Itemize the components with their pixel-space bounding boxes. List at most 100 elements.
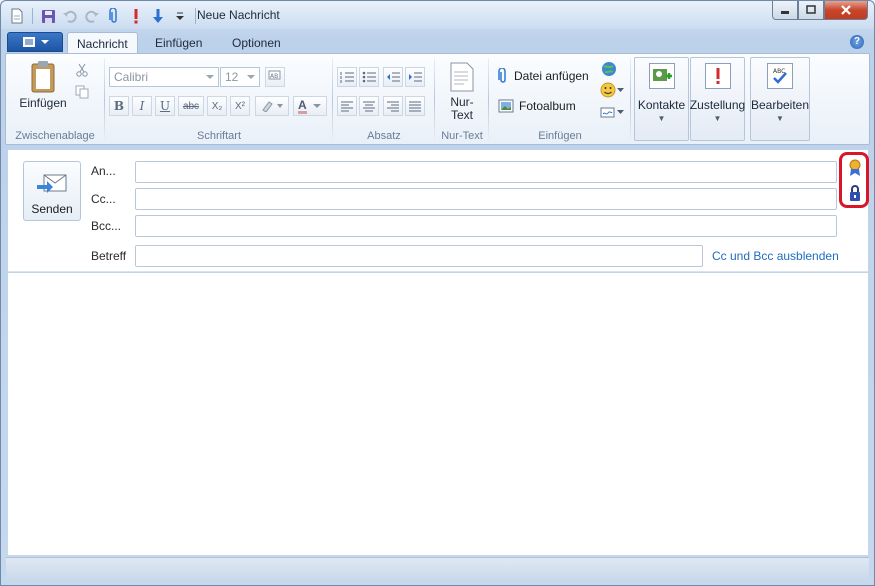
delivery-button[interactable]: Zustellung ▼ — [690, 57, 745, 141]
separator — [32, 8, 33, 24]
chevron-down-icon — [247, 75, 255, 79]
align-right-button[interactable] — [383, 96, 403, 116]
align-center-button[interactable] — [359, 96, 379, 116]
security-highlight — [839, 152, 869, 208]
align-left-button[interactable] — [337, 96, 357, 116]
down-arrow-icon[interactable] — [148, 6, 168, 26]
font-group: Calibri 12 AB B I U abc X₂ X² A Schrifta… — [106, 54, 332, 144]
to-label[interactable]: An... — [91, 164, 116, 178]
separator — [195, 8, 196, 24]
tab-nachricht[interactable]: Nachricht — [67, 32, 138, 53]
numbered-list-icon — [340, 72, 354, 83]
signature-icon — [600, 107, 615, 118]
delivery-label: Zustellung — [689, 98, 746, 112]
message-body[interactable] — [8, 273, 868, 555]
chevron-down-icon — [617, 87, 624, 92]
emoticon-button[interactable] — [600, 82, 624, 98]
exclamation-icon[interactable] — [126, 6, 146, 26]
customize-dropdown-icon[interactable] — [170, 6, 190, 26]
status-bar — [6, 557, 869, 581]
quick-access-toolbar — [7, 6, 199, 26]
svg-text:AB: AB — [270, 73, 278, 80]
subscript-button[interactable]: X₂ — [207, 96, 227, 116]
paste-button[interactable]: Einfügen — [16, 60, 70, 110]
bcc-label[interactable]: Bcc... — [91, 219, 121, 233]
photo-album-icon — [498, 99, 514, 113]
justify-icon — [409, 101, 421, 112]
numbered-list-button[interactable] — [337, 67, 357, 87]
font-size-select[interactable]: 12 — [220, 67, 260, 87]
maximize-icon — [806, 5, 816, 14]
format-icon: AB — [268, 70, 281, 80]
paperclip-icon — [498, 68, 506, 83]
close-icon — [841, 5, 851, 15]
app-menu-button[interactable] — [7, 32, 63, 52]
group-separator — [104, 58, 105, 142]
decrease-indent-button[interactable] — [383, 67, 403, 87]
encrypt-lock-icon[interactable] — [848, 184, 862, 205]
strikethrough-button[interactable]: abc — [178, 96, 204, 116]
help-icon[interactable]: ? — [850, 35, 864, 49]
clipboard-group: Einfügen Zwischenablage — [6, 54, 104, 144]
tab-einfuegen[interactable]: Einfügen — [146, 32, 211, 53]
send-button[interactable]: Senden — [23, 161, 81, 221]
photo-album-button[interactable]: Fotoalbum — [498, 99, 576, 113]
to-field[interactable] — [135, 161, 837, 183]
digital-sign-icon[interactable] — [848, 159, 862, 180]
group-separator — [434, 58, 435, 142]
align-right-icon — [387, 101, 399, 112]
paperclip-icon[interactable] — [104, 6, 124, 26]
cc-field[interactable] — [135, 188, 837, 210]
tab-optionen[interactable]: Optionen — [223, 32, 290, 53]
document-icon[interactable] — [7, 6, 27, 26]
save-icon[interactable] — [38, 6, 58, 26]
undo-icon[interactable] — [60, 6, 80, 26]
close-button[interactable] — [824, 1, 868, 20]
insert-group: Datei anfügen Fotoalbum Einfügen — [490, 54, 630, 144]
svg-text:ABC: ABC — [773, 68, 785, 75]
underline-button[interactable]: U — [155, 96, 175, 116]
subject-field[interactable] — [135, 245, 703, 267]
compose-header: Senden An... Cc... Bcc... Betreff Cc und… — [8, 150, 868, 272]
plaintext-label-line2: Text — [450, 108, 473, 122]
increase-indent-button[interactable] — [405, 67, 425, 87]
superscript-button[interactable]: X² — [230, 96, 250, 116]
subject-label: Betreff — [91, 249, 127, 263]
toggle-cc-bcc-link[interactable]: Cc und Bcc ausblenden — [712, 249, 839, 263]
font-color-button[interactable]: A — [293, 96, 327, 116]
font-color-glyph: A — [298, 97, 307, 114]
format-painter-button[interactable]: AB — [265, 67, 285, 87]
group-separator — [488, 58, 489, 142]
attach-file-button[interactable]: Datei anfügen — [498, 68, 589, 84]
smiley-icon — [600, 82, 616, 98]
contacts-button[interactable]: Kontakte ▼ — [634, 57, 689, 141]
highlight-button[interactable] — [255, 96, 289, 116]
hyperlink-button[interactable] — [600, 60, 618, 81]
bullet-list-button[interactable] — [359, 67, 379, 87]
italic-button[interactable]: I — [132, 96, 152, 116]
copy-button[interactable] — [72, 82, 92, 102]
plaintext-group: Nur- Text Nur-Text — [436, 54, 488, 144]
title-bar: Neue Nachricht — [1, 1, 874, 29]
bullet-list-icon — [362, 71, 376, 83]
indent-icon — [409, 72, 422, 82]
signature-button[interactable] — [600, 104, 624, 120]
app-menu-icon — [22, 37, 35, 47]
send-label: Senden — [31, 202, 73, 216]
minimize-button[interactable] — [772, 1, 798, 20]
clipboard-group-label: Zwischenablage — [15, 130, 95, 142]
font-name-select[interactable]: Calibri — [109, 67, 219, 87]
bold-button[interactable]: B — [109, 96, 129, 116]
editing-button[interactable]: ABC Bearbeiten ▼ — [750, 57, 810, 141]
redo-icon[interactable] — [82, 6, 102, 26]
chevron-down-icon — [40, 40, 49, 44]
send-icon — [37, 174, 67, 193]
paragraph-group-label: Absatz — [367, 130, 401, 142]
justify-button[interactable] — [405, 96, 425, 116]
bcc-field[interactable] — [135, 215, 837, 237]
window-controls — [772, 1, 868, 20]
cut-button[interactable] — [72, 60, 92, 80]
maximize-button[interactable] — [798, 1, 824, 20]
cc-label[interactable]: Cc... — [91, 192, 116, 206]
plaintext-button[interactable]: Nur- Text — [438, 62, 486, 122]
